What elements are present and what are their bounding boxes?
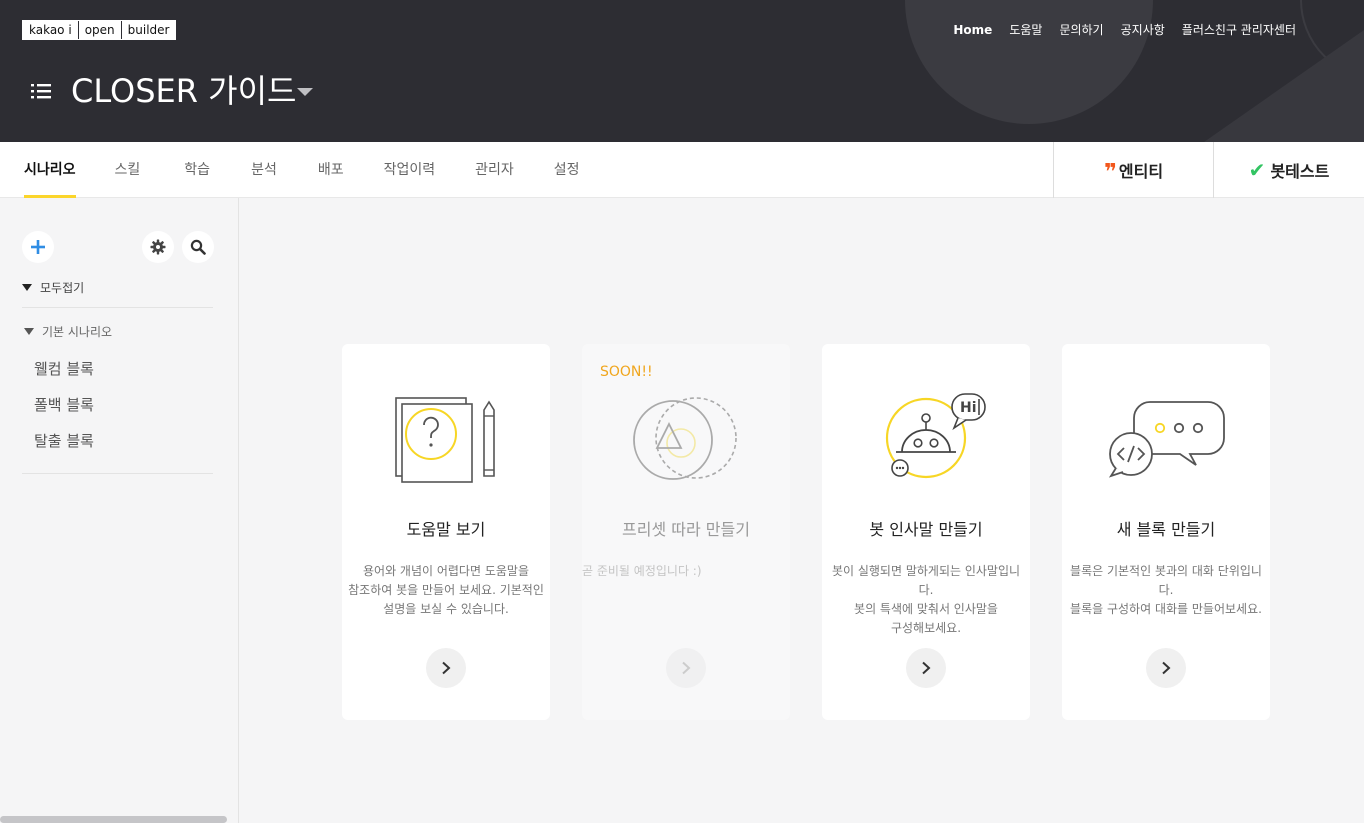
app-header: kakao i open builder Home 도움말 문의하기 공지사항 … xyxy=(0,0,1364,142)
check-icon: ✔ xyxy=(1248,158,1266,182)
bot-greeting-icon: Hi xyxy=(885,393,986,479)
tab-analysis[interactable]: 분석 xyxy=(251,142,277,198)
tab-list: 시나리오 스킬 학습 분석 배포 작업이력 관리자 설정 xyxy=(0,142,589,198)
tab-history[interactable]: 작업이력 xyxy=(384,142,436,198)
card-description-line: 곧 준비될 예정입니다 :) xyxy=(582,564,702,578)
header-decoration-triangle xyxy=(1204,30,1364,142)
card-description: 곧 준비될 예정입니다 :) xyxy=(582,562,782,581)
header-decoration-circle xyxy=(905,0,1153,124)
tab-admin[interactable]: 관리자 xyxy=(475,142,514,198)
top-navigation: Home 도움말 문의하기 공지사항 플러스친구 관리자센터 xyxy=(953,22,1296,38)
card-description-line: 봇의 특색에 맞춰서 인사말을 xyxy=(854,602,998,616)
card-description-line: 참조하여 봇을 만들어 보세요. 기본적인 xyxy=(348,583,544,597)
card-preset: SOON!! 프리셋 따라 만들기 곧 준비될 예정입니다 :) xyxy=(582,344,790,720)
scenario-search-button[interactable] xyxy=(182,231,214,263)
card-description-line: 용어와 개념이 어렵다면 도움말을 xyxy=(362,564,529,578)
bot-test-button[interactable]: ✔ 봇테스트 xyxy=(1213,142,1364,198)
card-bot-greeting[interactable]: Hi 봇 인사말 만들기 봇이 실행되면 말하게되는 인사말입니다. 봇의 특색… xyxy=(822,344,1030,720)
entity-button[interactable]: ❞ 엔티티 xyxy=(1053,142,1213,198)
chevron-right-icon xyxy=(682,661,691,675)
fold-all-toggle[interactable]: 모두접기 xyxy=(22,280,213,308)
block-item-fallback[interactable]: 폴백 블록 xyxy=(34,395,94,415)
gear-icon xyxy=(150,239,166,255)
triangle-down-icon xyxy=(24,328,34,335)
bot-name-title[interactable]: CLOSER 가이드 xyxy=(71,70,296,112)
sidebar-divider xyxy=(22,473,213,474)
chevron-right-icon xyxy=(922,661,931,675)
logo-part: builder xyxy=(127,23,170,37)
block-item-welcome[interactable]: 웰컴 블록 xyxy=(34,359,94,379)
fold-all-label: 모두접기 xyxy=(40,281,85,295)
nav-help[interactable]: 도움말 xyxy=(1009,22,1042,38)
search-icon xyxy=(190,239,206,255)
tab-learning[interactable]: 학습 xyxy=(184,142,210,198)
card-description-line: 블록을 구성하여 대화를 만들어보세요. xyxy=(1070,602,1262,616)
block-item-exit[interactable]: 탈출 블록 xyxy=(34,431,94,451)
logo-part: kakao i xyxy=(23,21,79,39)
tab-settings[interactable]: 설정 xyxy=(554,142,580,198)
card-title: 프리셋 따라 만들기 xyxy=(622,520,750,539)
nav-inquiry[interactable]: 문의하기 xyxy=(1059,22,1103,38)
soon-badge: SOON!! xyxy=(600,364,653,380)
entity-label: 엔티티 xyxy=(1118,162,1164,181)
card-help[interactable]: 도움말 보기 용어와 개념이 어렵다면 도움말을 참조하여 봇을 만들어 보세요… xyxy=(342,344,550,720)
logo-part: open xyxy=(79,21,122,39)
chat-code-icon xyxy=(1108,401,1225,478)
help-document-icon xyxy=(395,397,495,483)
scenario-sidebar: 모두접기 기본 시나리오 웰컴 블록 폴백 블록 탈출 블록 xyxy=(0,198,239,823)
quote-icon: ❞ xyxy=(1103,160,1117,185)
scenario-settings-button[interactable] xyxy=(142,231,174,263)
card-title: 도움말 보기 xyxy=(406,520,486,539)
card-description-line: 블록은 기본적인 봇과의 대화 단위입니다. xyxy=(1070,564,1262,597)
card-description-line: 봇이 실행되면 말하게되는 인사말입니다. xyxy=(831,564,1021,597)
bot-select-caret-icon[interactable] xyxy=(297,88,313,96)
bot-test-label: 봇테스트 xyxy=(1270,162,1330,181)
card-new-block-arrow-button[interactable] xyxy=(1146,648,1186,688)
add-scenario-button[interactable] xyxy=(22,231,54,263)
list-menu-icon[interactable] xyxy=(30,81,52,101)
main-tabbar: 시나리오 스킬 학습 분석 배포 작업이력 관리자 설정 ❞ 엔티티 ✔ 봇테스… xyxy=(0,142,1364,198)
preset-shapes-icon xyxy=(633,397,737,480)
card-description: 블록은 기본적인 봇과의 대화 단위입니다. 블록을 구성하여 대화를 만들어보… xyxy=(1066,562,1266,619)
card-title: 봇 인사말 만들기 xyxy=(869,520,983,539)
card-preset-arrow-button xyxy=(666,648,706,688)
tab-deploy[interactable]: 배포 xyxy=(318,142,344,198)
nav-plusfriend-admin[interactable]: 플러스친구 관리자센터 xyxy=(1182,22,1296,38)
nav-notice[interactable]: 공지사항 xyxy=(1121,22,1165,38)
scenario-group-label: 기본 시나리오 xyxy=(42,325,113,339)
sidebar-horizontal-scrollbar[interactable] xyxy=(0,816,227,823)
scenario-group-basic[interactable]: 기본 시나리오 xyxy=(24,324,112,340)
card-help-arrow-button[interactable] xyxy=(426,648,466,688)
chevron-right-icon xyxy=(1162,661,1171,675)
chevron-right-icon xyxy=(442,661,451,675)
card-description-line: 구성해보세요. xyxy=(890,621,962,635)
card-description: 봇이 실행되면 말하게되는 인사말입니다. 봇의 특색에 맞춰서 인사말을 구성… xyxy=(826,562,1026,638)
tab-scenario[interactable]: 시나리오 xyxy=(24,142,76,198)
card-title: 새 블록 만들기 xyxy=(1116,520,1216,539)
tab-skill[interactable]: 스킬 xyxy=(115,142,141,198)
kakao-open-builder-logo[interactable]: kakao i open builder xyxy=(22,20,177,40)
triangle-down-icon xyxy=(22,284,32,291)
plus-icon xyxy=(31,240,45,254)
card-description: 용어와 개념이 어렵다면 도움말을 참조하여 봇을 만들어 보세요. 기본적인 … xyxy=(346,562,546,619)
card-new-block[interactable]: 새 블록 만들기 블록은 기본적인 봇과의 대화 단위입니다. 블록을 구성하여… xyxy=(1062,344,1270,720)
nav-home[interactable]: Home xyxy=(953,22,992,38)
svg-text:Hi: Hi xyxy=(960,400,977,416)
card-description-line: 설명을 보실 수 있습니다. xyxy=(383,602,509,616)
card-greeting-arrow-button[interactable] xyxy=(906,648,946,688)
